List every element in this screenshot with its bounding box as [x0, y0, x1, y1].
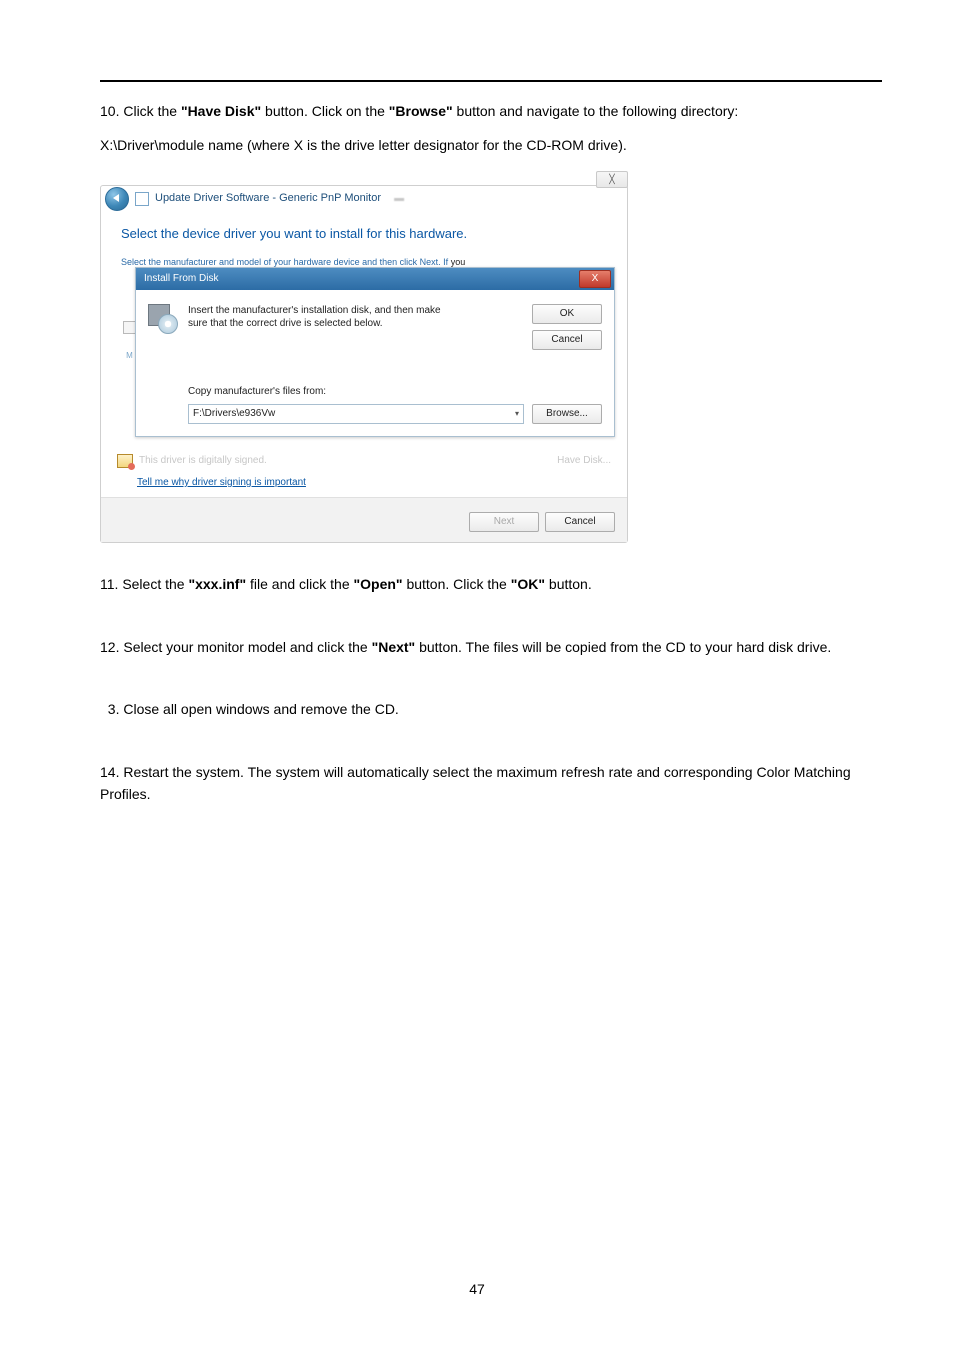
cd-icon	[158, 314, 178, 334]
line: sure that the correct drive is selected …	[188, 317, 522, 330]
next-button[interactable]: Next	[469, 512, 539, 532]
signed-text: This driver is digitally signed.	[139, 453, 267, 469]
window-header: Update Driver Software - Generic PnP Mon…	[101, 186, 627, 212]
text: 12. Select your monitor model and click …	[100, 639, 372, 655]
dialog-close-button[interactable]: X	[579, 270, 611, 288]
text: file and click the	[246, 576, 353, 592]
text: you	[451, 257, 466, 267]
path-row: F:\Drivers\e936Vw ▾ Browse...	[188, 404, 602, 424]
document-page: 10. Click the "Have Disk" button. Click …	[0, 0, 954, 1350]
generic-item-icon	[135, 192, 149, 206]
text: button and navigate to the following dir…	[453, 103, 739, 119]
path-combobox[interactable]: F:\Drivers\e936Vw ▾	[188, 404, 524, 424]
copy-from-label: Copy manufacturer's files from:	[188, 384, 602, 400]
dialog-message: Insert the manufacturer's installation d…	[188, 304, 522, 330]
step-11-text: 11. Select the "xxx.inf" file and click …	[100, 573, 882, 595]
text: Select the manufacturer and model of you…	[121, 257, 451, 267]
dialog-title-text: Install From Disk	[144, 271, 218, 287]
text: button. Click on the	[261, 103, 389, 119]
wizard-footer: Next Cancel	[101, 497, 627, 542]
step-10-text: 10. Click the "Have Disk" button. Click …	[100, 100, 882, 122]
step-14-text: 14. Restart the system. The system will …	[100, 761, 882, 806]
back-arrow-icon[interactable]	[105, 187, 129, 211]
window-close-button[interactable]: ╳	[596, 171, 628, 188]
faded-background-text	[100, 171, 628, 185]
dialog-buttons: OK Cancel	[532, 304, 602, 350]
letter-m-ghost: M	[126, 350, 133, 363]
title-text: Update Driver Software - Generic PnP Mon…	[155, 192, 381, 204]
path-value: F:\Drivers\e936Vw	[193, 406, 275, 422]
faded-title-extra: ▬	[394, 193, 404, 204]
install-from-disk-container: M Install From Disk X	[121, 267, 611, 437]
dialog-body: Insert the manufacturer's installation d…	[136, 290, 614, 436]
bold-browse: "Browse"	[389, 103, 453, 119]
bold-ok: "OK"	[511, 576, 545, 592]
line: Insert the manufacturer's installation d…	[188, 304, 522, 317]
top-horizontal-rule	[100, 80, 882, 82]
text: button. The files will be copied from th…	[415, 639, 831, 655]
certificate-icon	[117, 454, 133, 468]
have-disk-ghost-button: Have Disk...	[557, 453, 611, 469]
page-number: 47	[0, 1278, 954, 1300]
bold-open: "Open"	[354, 576, 403, 592]
content-heading: Select the device driver you want to ins…	[121, 224, 611, 245]
dialog-titlebar: Install From Disk X	[136, 268, 614, 290]
step-12-text: 12. Select your monitor model and click …	[100, 636, 882, 658]
dialog-top-row: Insert the manufacturer's installation d…	[148, 304, 602, 350]
bold-have-disk: "Have Disk"	[181, 103, 261, 119]
signature-row: This driver is digitally signed. Have Di…	[101, 445, 627, 469]
chevron-down-icon[interactable]: ▾	[515, 408, 519, 421]
cancel-button[interactable]: Cancel	[532, 330, 602, 350]
install-disk-icon	[148, 304, 178, 332]
bold-next: "Next"	[372, 639, 416, 655]
step-10-path: X:\Driver\module name (where X is the dr…	[100, 134, 882, 156]
browse-button[interactable]: Browse...	[532, 404, 602, 424]
ok-button[interactable]: OK	[532, 304, 602, 324]
text: 11. Select the	[100, 576, 188, 592]
window-content: Select the device driver you want to ins…	[101, 212, 627, 445]
install-from-disk-dialog: Install From Disk X Insert the manufac	[135, 267, 615, 437]
text: button. Click the	[403, 576, 511, 592]
driver-signing-link[interactable]: Tell me why driver signing is important	[137, 475, 306, 491]
window-title: Update Driver Software - Generic PnP Mon…	[155, 190, 404, 208]
bold-inf: "xxx.inf"	[188, 576, 246, 592]
cancel-wizard-button[interactable]: Cancel	[545, 512, 615, 532]
screenshot-figure: ╳ Update Driver Software - Generic PnP M…	[100, 171, 628, 544]
update-driver-window: Update Driver Software - Generic PnP Mon…	[100, 185, 628, 544]
text: button.	[545, 576, 592, 592]
step-13-text: 3. Close all open windows and remove the…	[100, 698, 882, 720]
text: 10. Click the	[100, 103, 181, 119]
